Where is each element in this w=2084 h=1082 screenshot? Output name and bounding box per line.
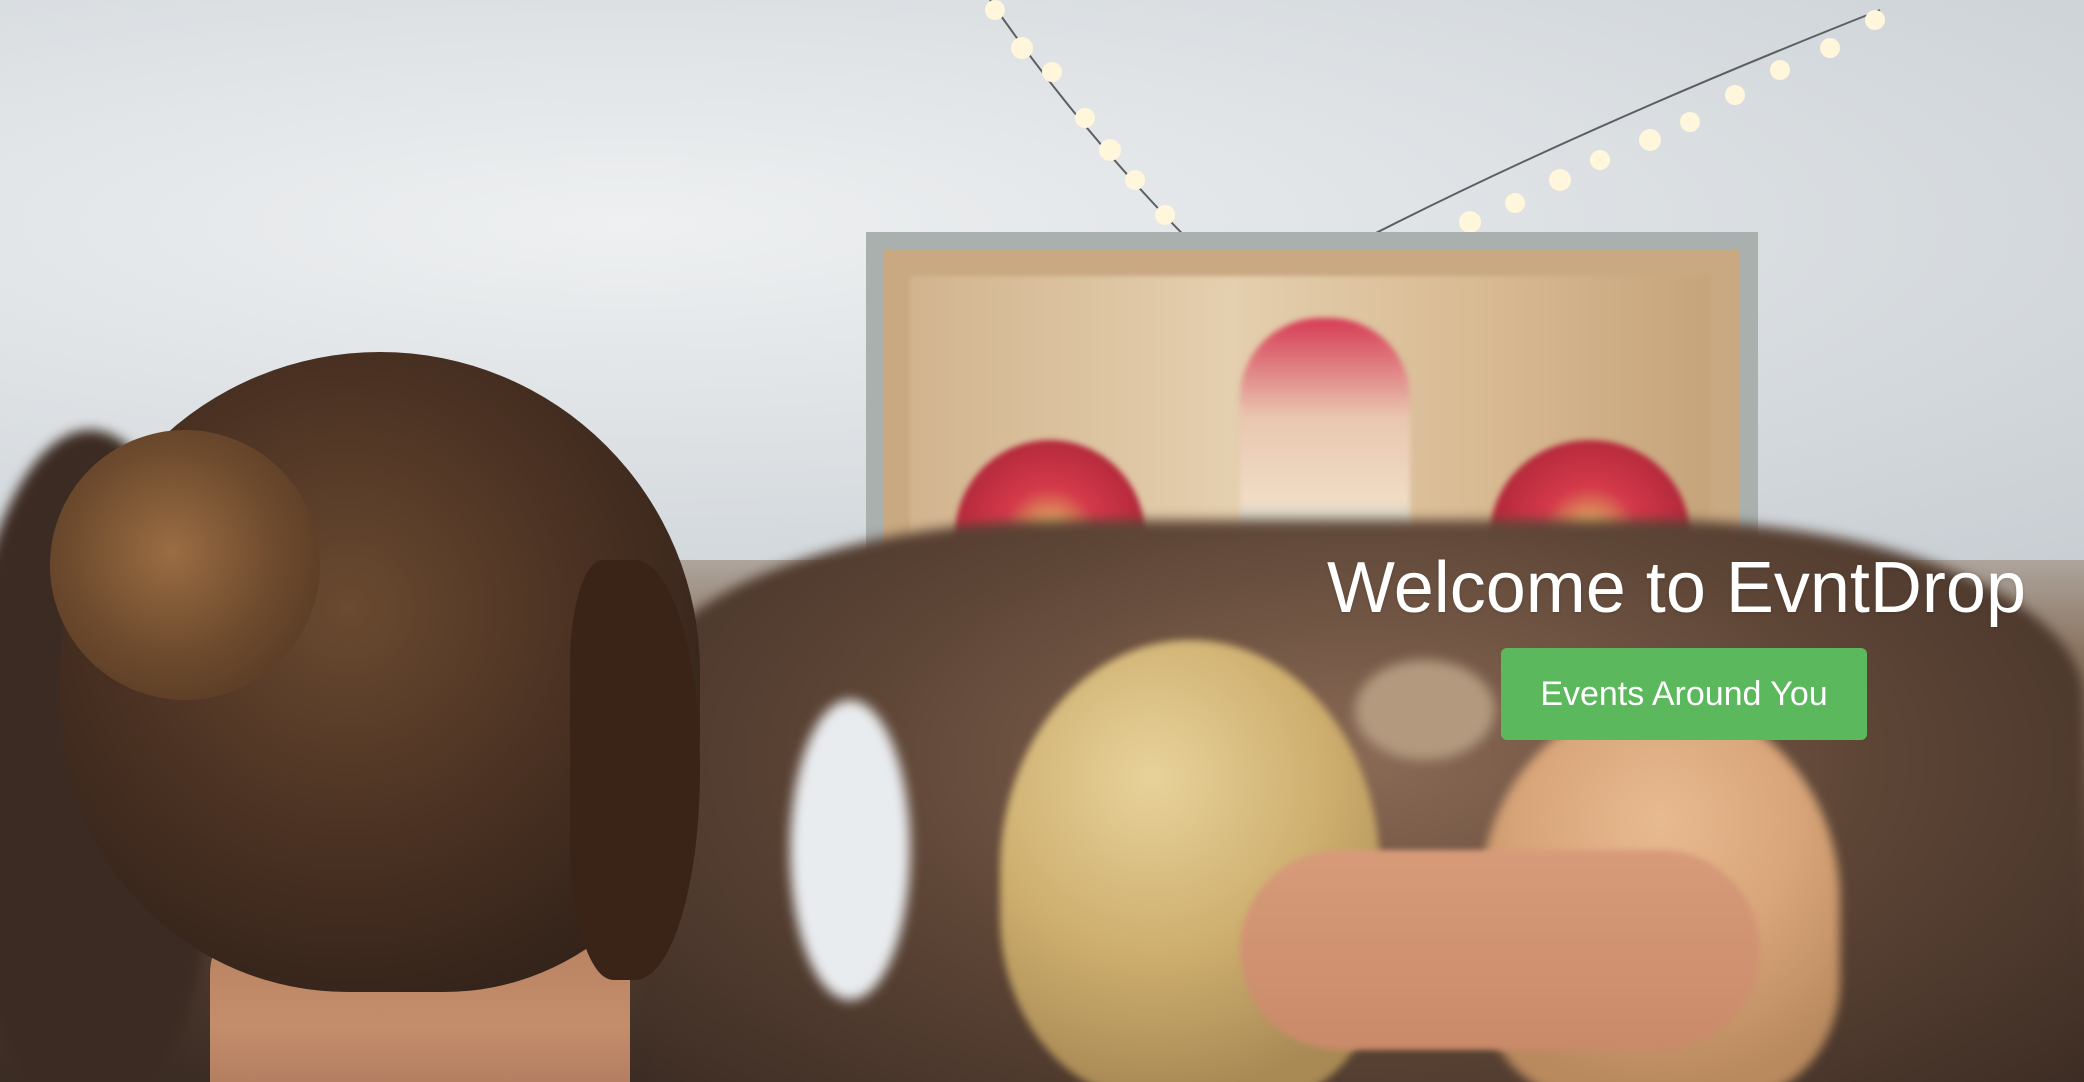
foreground-man-bun	[50, 430, 320, 700]
crowd-hat-blur	[1355, 660, 1495, 760]
crowd-white-shirt-blur	[790, 700, 910, 1000]
events-around-you-button[interactable]: Events Around You	[1501, 648, 1867, 740]
crowd-raised-arm	[1240, 850, 1760, 1050]
hero-section: Welcome to EvntDrop Events Around You	[0, 0, 2084, 1082]
foreground-man-beard	[570, 560, 700, 980]
hero-title: Welcome to EvntDrop	[1327, 548, 2026, 628]
